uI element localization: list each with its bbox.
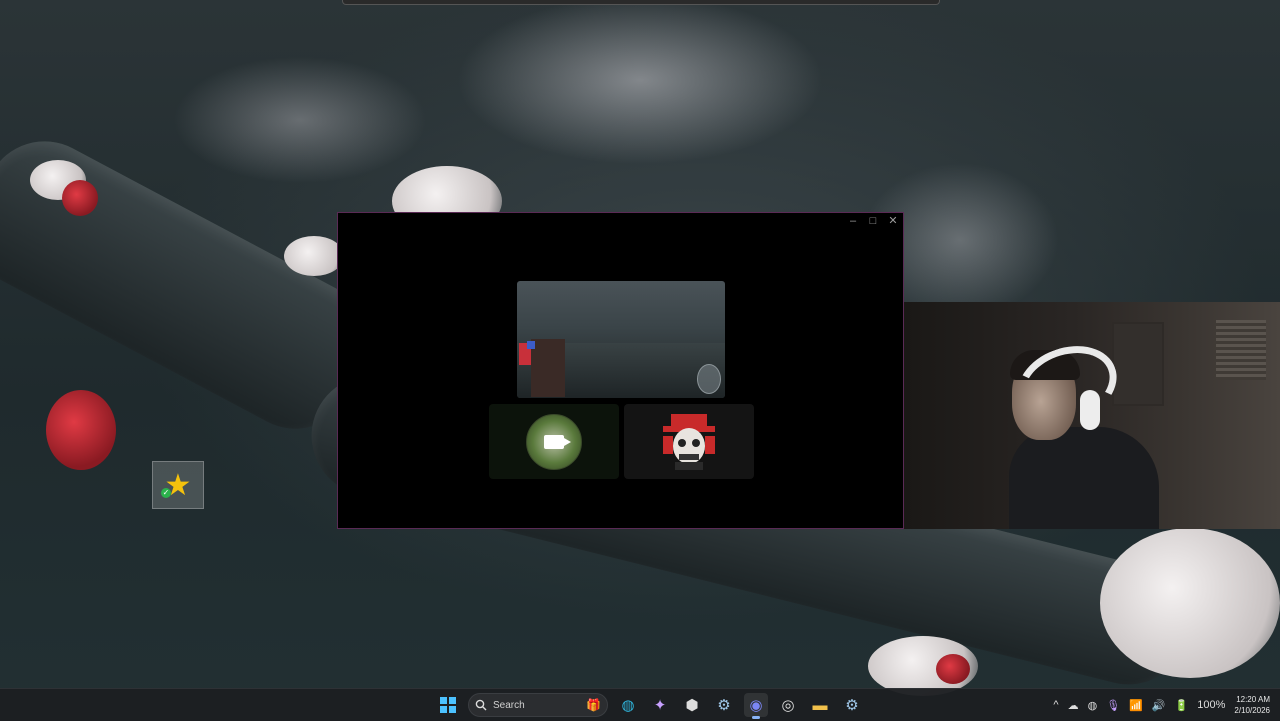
- search-icon: [475, 699, 487, 711]
- stream-facecam: [531, 339, 565, 397]
- file-explorer-icon[interactable]: ▬: [808, 693, 832, 717]
- checkmark-icon: ✓: [161, 488, 171, 498]
- webcam-overlay: [904, 302, 1280, 529]
- steam-glyph-2: ⚙: [845, 697, 859, 714]
- battery-percent: 100%: [1197, 699, 1226, 711]
- clock[interactable]: 12:20 AM 2/10/2026: [1234, 694, 1270, 716]
- steam-icon[interactable]: ⚙: [712, 693, 736, 717]
- top-edge-bar: [342, 0, 940, 5]
- copilot-glyph: ✦: [653, 697, 667, 714]
- steam-glyph: ⚙: [717, 697, 731, 714]
- windows-start-icon[interactable]: [436, 693, 460, 717]
- call-window[interactable]: – □ ✕: [337, 212, 904, 529]
- samurai-avatar-graphic: [663, 413, 715, 470]
- maximize-button[interactable]: □: [867, 215, 879, 227]
- chevron-up-icon[interactable]: ^: [1053, 699, 1058, 711]
- wallpaper-blossom: [46, 390, 116, 470]
- obs-icon[interactable]: ◎: [776, 693, 800, 717]
- wallpaper-blossom: [936, 654, 970, 684]
- windows-logo: [440, 697, 456, 713]
- webcam-background: [1216, 320, 1266, 380]
- copilot-icon[interactable]: ✦: [648, 693, 672, 717]
- participant-tile[interactable]: [489, 404, 619, 479]
- avatar: [526, 413, 582, 470]
- wallpaper-blossom: [284, 236, 344, 276]
- app-tray-icon[interactable]: ◍: [1088, 699, 1098, 712]
- screen-share-tile[interactable]: [517, 281, 725, 398]
- minimize-button[interactable]: –: [847, 215, 859, 227]
- folder-gift-icon: 🎁: [586, 698, 601, 712]
- edge-glyph: ◍: [621, 697, 635, 714]
- clock-date: 2/10/2026: [1234, 706, 1270, 715]
- steam-icon-2[interactable]: ⚙: [840, 693, 864, 717]
- cube-glyph: ⬢: [685, 697, 699, 714]
- samurai-mask-icon: [659, 412, 719, 472]
- onedrive-icon[interactable]: ☁: [1068, 699, 1079, 712]
- minimap: [697, 364, 721, 394]
- desktop-shortcut[interactable]: ★ ✓: [152, 461, 204, 509]
- participant-tile[interactable]: [624, 404, 754, 479]
- game-hud: [527, 341, 535, 349]
- webcam-background: [1112, 322, 1164, 406]
- window-controls: – □ ✕: [847, 215, 899, 227]
- wallpaper-blossom: [1100, 528, 1280, 678]
- headset-earcup: [1080, 390, 1100, 430]
- camera-icon: [544, 434, 571, 449]
- discord-icon[interactable]: ◉: [744, 693, 768, 719]
- edge-icon[interactable]: ◍: [616, 693, 640, 717]
- volume-icon[interactable]: 🔊: [1152, 699, 1166, 712]
- battery-icon[interactable]: 🔋: [1175, 699, 1189, 712]
- discord-glyph: ◉: [749, 697, 763, 714]
- explorer-glyph: ▬: [812, 696, 828, 714]
- search-box[interactable]: Search 🎁: [468, 693, 608, 717]
- taskbar: Search 🎁 ◍ ✦ ⬢ ⚙ ◉ ◎ ▬ ⚙ ^ ☁ ◍ 🎙 📶 🔊 🔋 1…: [0, 688, 1280, 721]
- cube-app-icon[interactable]: ⬢: [680, 693, 704, 717]
- taskbar-center: Search 🎁 ◍ ✦ ⬢ ⚙ ◉ ◎ ▬ ⚙: [436, 693, 864, 719]
- clock-time: 12:20 AM: [1236, 695, 1270, 704]
- obs-glyph: ◎: [781, 697, 795, 714]
- system-tray: ^ ☁ ◍ 🎙 📶 🔊 🔋 100% 12:20 AM 2/10/2026: [1053, 689, 1270, 721]
- close-button[interactable]: ✕: [887, 215, 899, 227]
- microphone-icon[interactable]: 🎙: [1106, 699, 1120, 712]
- wifi-icon[interactable]: 📶: [1129, 699, 1143, 712]
- wallpaper-blossom: [62, 180, 98, 216]
- search-placeholder: Search: [493, 699, 525, 711]
- streamer-body: [1009, 427, 1159, 529]
